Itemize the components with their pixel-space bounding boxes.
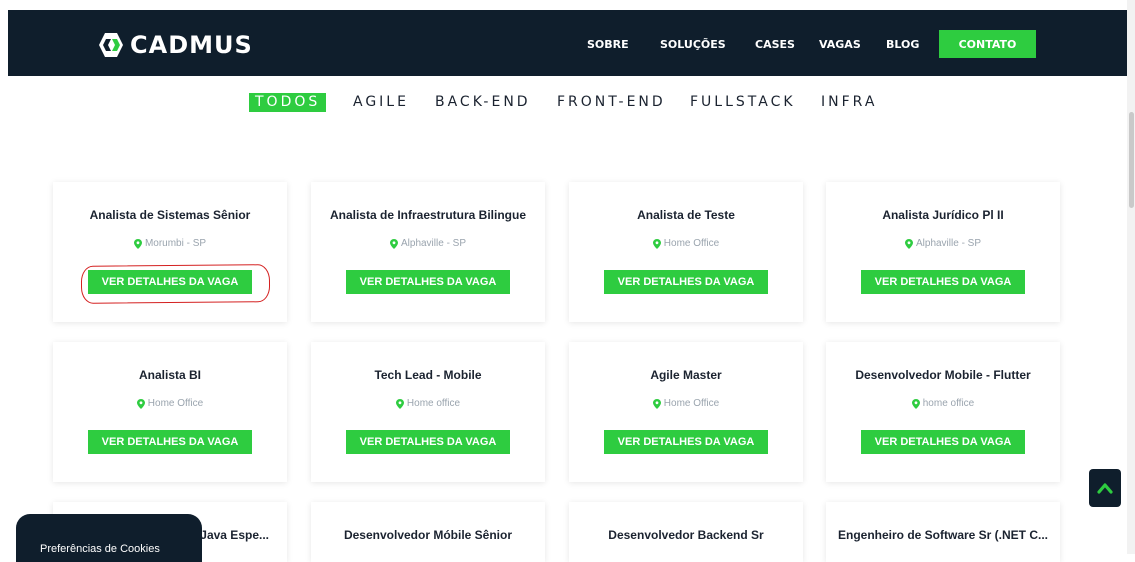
map-pin-icon: [395, 398, 404, 409]
scrollbar-thumb[interactable]: [1129, 112, 1134, 208]
map-pin-icon: [136, 398, 145, 409]
job-location: Home office: [311, 398, 545, 409]
nav-blog[interactable]: BLOG: [886, 38, 919, 51]
job-location: home office: [826, 398, 1060, 409]
job-card: Engenheiro de Software Sr (.NET C...: [826, 502, 1060, 562]
view-job-details-button[interactable]: VER DETALHES DA VAGA: [604, 270, 768, 294]
contato-button[interactable]: CONTATO: [939, 30, 1036, 58]
job-title: Engenheiro de Software Sr (.NET C...: [837, 528, 1049, 542]
job-card: Desenvolvedor Backend Sr: [569, 502, 803, 562]
view-job-details-button[interactable]: VER DETALHES DA VAGA: [861, 270, 1025, 294]
map-pin-icon: [389, 238, 398, 249]
job-location-text: Home office: [406, 398, 461, 409]
map-pin-icon: [652, 398, 661, 409]
job-card: Tech Lead - Mobile Home office VER DETAL…: [311, 342, 545, 482]
cookie-preferences-label: Preferências de Cookies: [40, 543, 160, 555]
job-card: Analista de Teste Home Office VER DETALH…: [569, 182, 803, 322]
job-title: Desenvolvedor Backend Sr: [608, 528, 764, 542]
scrollbar-track[interactable]: [1127, 0, 1135, 554]
job-location-text: Home Office: [663, 238, 720, 249]
nav-sobre[interactable]: SOBRE: [587, 38, 629, 51]
job-card: Desenvolvedor Mobile - Flutter home offi…: [826, 342, 1060, 482]
job-location: Home Office: [569, 238, 803, 249]
job-location: Home Office: [53, 398, 287, 409]
job-title: Analista BI: [138, 368, 201, 382]
job-title: Tech Lead - Mobile: [374, 368, 482, 382]
job-location-text: Home Office: [663, 398, 720, 409]
filter-bar: TODOS AGILE BACK-END FRONT-END FULLSTACK…: [0, 93, 1135, 113]
job-location: Alphaville - SP: [826, 238, 1060, 249]
map-pin-icon: [904, 238, 913, 249]
job-title: Desenvolvedor Móbile Sênior: [343, 528, 513, 542]
job-location-text: Morumbi - SP: [144, 238, 207, 249]
view-job-details-button[interactable]: VER DETALHES DA VAGA: [604, 430, 768, 454]
top-strip: [0, 0, 1135, 10]
view-job-details-button[interactable]: VER DETALHES DA VAGA: [346, 430, 510, 454]
job-card: Analista BI Home Office VER DETALHES DA …: [53, 342, 287, 482]
nav-vagas[interactable]: VAGAS: [819, 38, 861, 51]
filter-agile[interactable]: AGILE: [353, 93, 409, 112]
job-card: Agile Master Home Office VER DETALHES DA…: [569, 342, 803, 482]
map-pin-icon: [133, 238, 142, 249]
job-location: Home Office: [569, 398, 803, 409]
job-card: Analista Jurídico Pl II Alphaville - SP …: [826, 182, 1060, 322]
map-pin-icon: [911, 398, 920, 409]
view-job-details-button[interactable]: VER DETALHES DA VAGA: [861, 430, 1025, 454]
scroll-to-top-button[interactable]: [1089, 469, 1121, 507]
map-pin-icon: [652, 238, 661, 249]
nav-cases[interactable]: CASES: [755, 38, 795, 51]
filter-back-end[interactable]: BACK-END: [435, 93, 531, 112]
job-card: Desenvolvedor Móbile Sênior: [311, 502, 545, 562]
job-location-text: home office: [922, 398, 975, 409]
job-location: Alphaville - SP: [311, 238, 545, 249]
job-location-text: Alphaville - SP: [915, 238, 982, 249]
filter-infra[interactable]: INFRA: [821, 93, 877, 112]
header-navbar: CADMUS SOBRE SOLUÇÕES CASES VAGAS BLOG C…: [8, 10, 1128, 76]
chevron-up-icon: [1097, 483, 1113, 494]
view-job-details-button[interactable]: VER DETALHES DA VAGA: [346, 270, 510, 294]
job-title: Analista de Sistemas Sênior: [89, 208, 251, 222]
nav-solucoes[interactable]: SOLUÇÕES: [660, 38, 726, 51]
job-title: Desenvolvedor Mobile - Flutter: [855, 368, 1031, 382]
red-annotation-circle: [80, 264, 271, 304]
job-title: Analista de Infraestrutura Bilingue: [329, 208, 527, 222]
job-location-text: Home Office: [147, 398, 204, 409]
filter-todos[interactable]: TODOS: [249, 93, 327, 112]
job-title: Analista de Teste: [637, 208, 735, 222]
job-title: Analista Jurídico Pl II: [882, 208, 1004, 222]
filter-front-end[interactable]: FRONT-END: [557, 93, 666, 112]
view-job-details-button[interactable]: VER DETALHES DA VAGA: [88, 430, 252, 454]
cookie-preferences-tab[interactable]: Preferências de Cookies: [16, 514, 202, 562]
job-location-text: Alphaville - SP: [400, 238, 467, 249]
job-card: Analista de Infraestrutura Bilingue Alph…: [311, 182, 545, 322]
job-location: Morumbi - SP: [53, 238, 287, 249]
job-title: Agile Master: [650, 368, 722, 382]
filter-fullstack[interactable]: FULLSTACK: [690, 93, 796, 112]
